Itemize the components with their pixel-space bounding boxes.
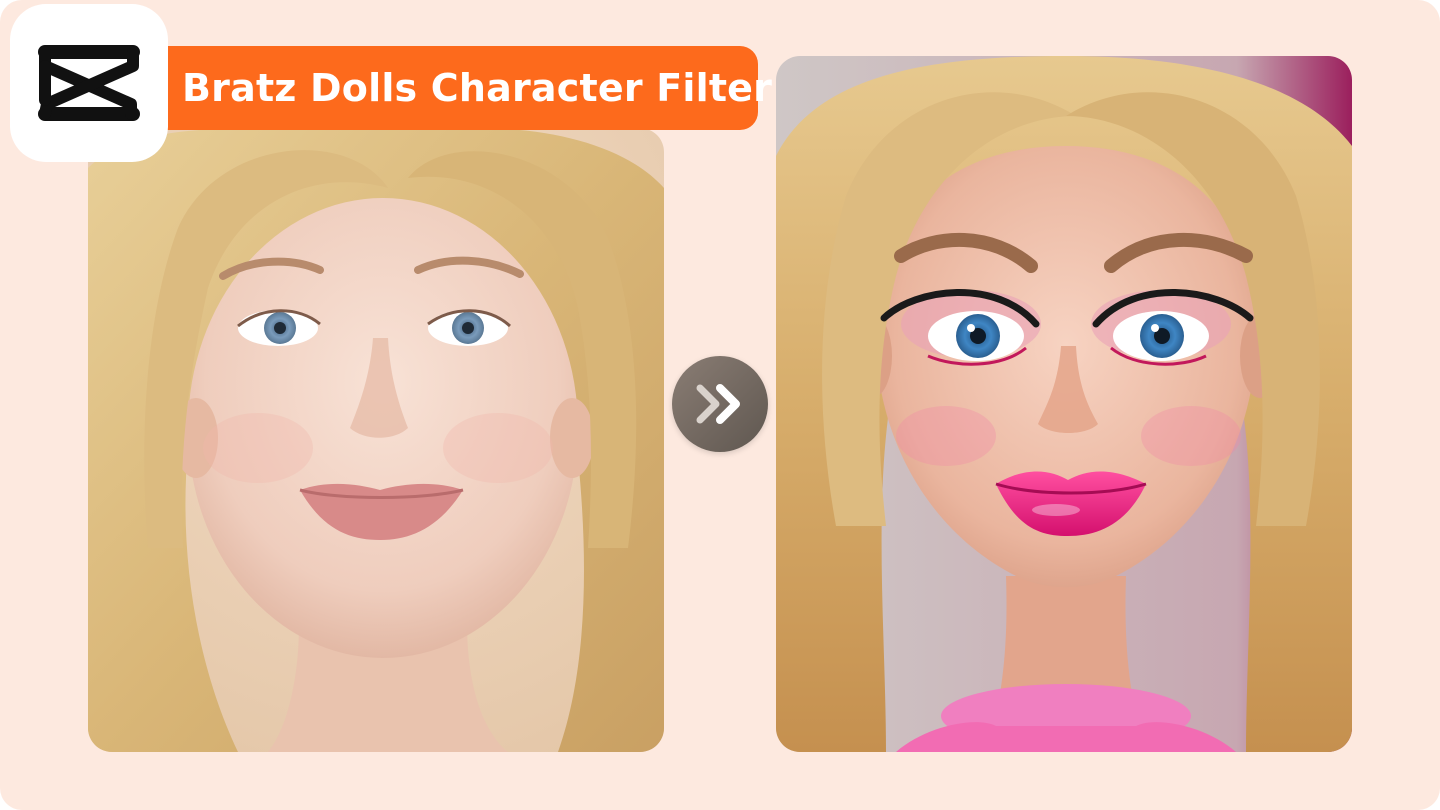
before-after-arrow xyxy=(672,356,768,452)
title-banner: Bratz Dolls Character Filter xyxy=(160,46,772,130)
promo-canvas: Bratz Dolls Character Filter xyxy=(0,0,1440,810)
capcut-logo xyxy=(10,4,168,162)
before-photo xyxy=(88,128,664,752)
page-title: Bratz Dolls Character Filter xyxy=(182,66,773,110)
after-photo xyxy=(776,56,1352,752)
capcut-logo-icon xyxy=(38,45,140,121)
double-chevron-right-icon xyxy=(696,384,740,424)
